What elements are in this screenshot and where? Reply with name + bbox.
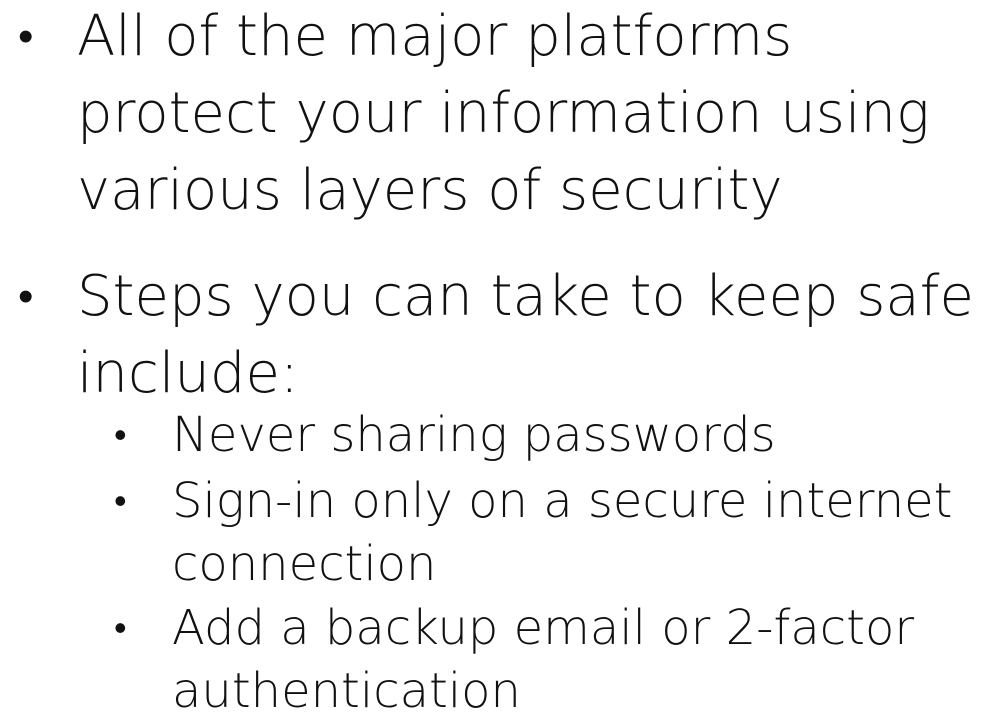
bullet-dot-icon: • (114, 415, 127, 456)
bullet-text: Steps you can take to keep safe include: (77, 264, 974, 406)
sub-bullet-text: Sign-in only on a secure internet connec… (172, 473, 953, 592)
bullet-text: All of the major platforms protect your … (77, 4, 930, 223)
sub-bullet-text: Never sharing passwords (172, 407, 776, 463)
sub-bullet-text: Add a backup email or 2-factor authentic… (172, 600, 915, 712)
bullet-dot-icon: • (114, 481, 127, 522)
bullet-dot-icon: • (18, 11, 34, 62)
slide: • All of the major platforms protect you… (0, 0, 996, 712)
bullet-dot-icon: • (18, 271, 34, 322)
bullet-dot-icon: • (114, 608, 127, 649)
